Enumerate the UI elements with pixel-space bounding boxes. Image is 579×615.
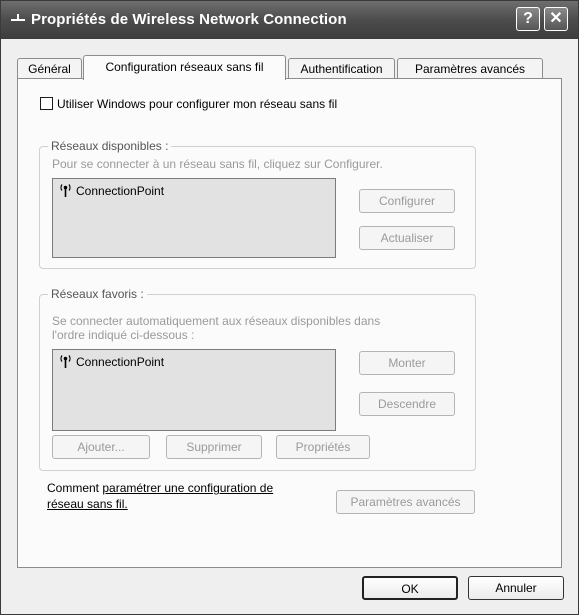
tab-panel: Utiliser Windows pour configurer mon rés… — [17, 78, 562, 568]
preferred-networks-hint-line1: Se connecter automatiquement aux réseaux… — [52, 314, 381, 328]
help-prefix: Comment — [47, 481, 103, 495]
close-button[interactable]: ✕ — [544, 7, 568, 31]
network-name: ConnectionPoint — [76, 184, 165, 198]
help-link-line1[interactable]: paramétrer une configuration de — [102, 481, 273, 495]
cancel-button[interactable]: Annuler — [468, 576, 564, 600]
tab-advanced[interactable]: Paramètres avancés — [397, 58, 543, 79]
properties-button[interactable]: Propriétés — [276, 435, 370, 459]
preferred-networks-list[interactable]: ConnectionPoint — [52, 349, 336, 431]
available-networks-hint: Pour se connecter à un réseau sans fil, … — [52, 157, 383, 171]
tab-wireless-config[interactable]: Configuration réseaux sans fil — [83, 55, 286, 80]
add-button[interactable]: Ajouter... — [52, 435, 150, 459]
ok-button[interactable]: OK — [362, 576, 458, 600]
use-windows-checkbox[interactable] — [40, 97, 53, 110]
window-title: Propriétés de Wireless Network Connectio… — [31, 11, 347, 28]
tab-authentication[interactable]: Authentification — [288, 58, 395, 79]
preferred-networks-group: Réseaux favoris : Se connecter automatiq… — [39, 287, 476, 471]
preferred-networks-legend: Réseaux favoris : — [48, 287, 147, 301]
available-networks-list[interactable]: ConnectionPoint — [52, 178, 336, 258]
network-name: ConnectionPoint — [76, 355, 165, 369]
help-button[interactable]: ? — [516, 7, 540, 31]
move-down-button[interactable]: Descendre — [359, 392, 455, 416]
antenna-icon — [60, 184, 71, 197]
help-line1: Comment paramétrer une configuration de — [47, 480, 273, 496]
title-bar[interactable]: Propriétés de Wireless Network Connectio… — [1, 1, 578, 39]
close-icon: ✕ — [549, 10, 563, 27]
network-connection-icon — [11, 14, 25, 21]
tab-general[interactable]: Général — [17, 58, 82, 79]
properties-dialog: Propriétés de Wireless Network Connectio… — [0, 0, 579, 615]
available-networks-legend: Réseaux disponibles : — [48, 139, 172, 153]
list-item[interactable]: ConnectionPoint — [59, 183, 164, 198]
preferred-networks-hint-line2: l'ordre indiqué ci-dessous : — [52, 328, 195, 342]
refresh-button[interactable]: Actualiser — [359, 226, 455, 250]
use-windows-checkbox-label: Utiliser Windows pour configurer mon rés… — [57, 97, 338, 111]
advanced-settings-button[interactable]: Paramètres avancés — [336, 490, 475, 514]
help-link-line2[interactable]: réseau sans fil. — [47, 497, 128, 511]
move-up-button[interactable]: Monter — [359, 351, 455, 375]
remove-button[interactable]: Supprimer — [166, 435, 262, 459]
antenna-icon — [60, 355, 71, 368]
help-text: Comment paramétrer une configuration de … — [47, 480, 273, 512]
configure-button[interactable]: Configurer — [359, 189, 455, 213]
available-networks-group: Réseaux disponibles : Pour se connecter … — [39, 139, 476, 269]
list-item[interactable]: ConnectionPoint — [59, 354, 164, 369]
use-windows-checkbox-row[interactable]: Utiliser Windows pour configurer mon rés… — [40, 97, 337, 111]
